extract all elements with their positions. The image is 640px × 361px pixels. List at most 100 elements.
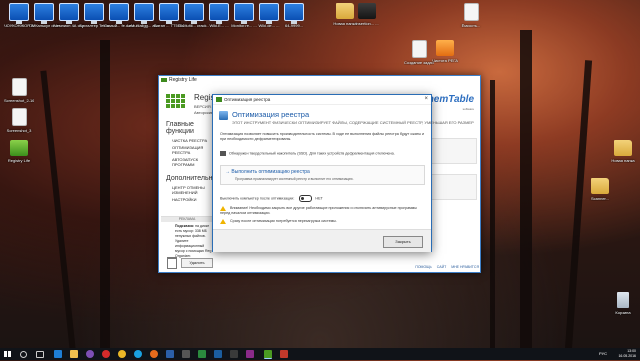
shutdown-value: НЕТ	[315, 196, 323, 201]
doc-icon	[11, 108, 27, 126]
chrome-icon[interactable]	[118, 350, 126, 358]
edge-icon[interactable]	[54, 350, 62, 358]
folder-icon	[614, 140, 632, 156]
monitor-icon	[59, 3, 79, 24]
desktop-icon[interactable]: 64-9999...	[279, 3, 309, 28]
desktop-icon-label: Screenshot_2-16052...	[4, 98, 34, 103]
delete-button[interactable]: Удалить	[181, 258, 213, 268]
task-view-icon[interactable]	[36, 351, 44, 358]
tree-trunk	[520, 30, 532, 350]
monitor-icon	[9, 3, 29, 24]
registry-life-taskbar-icon[interactable]	[264, 350, 272, 359]
opera-icon[interactable]	[102, 350, 110, 358]
dialog-footer: Закрыть	[213, 229, 431, 252]
desktop-icon[interactable]: Screenshot_2-16052...	[4, 78, 34, 103]
ssd-note-text: Обнаружен твердотельный накопитель (SSD)…	[229, 151, 395, 156]
desktop-icon[interactable]: Registry Life	[4, 140, 34, 163]
green-icon	[10, 140, 28, 156]
desktop-icon[interactable]: Корзина	[608, 292, 638, 315]
doc-icon	[11, 78, 27, 96]
ad-panel: РЕКЛАМА Подсказка: на диске есть мусор: …	[161, 216, 213, 269]
dialog-title: Оптимизация реестра	[224, 97, 271, 102]
tree-trunk	[490, 80, 495, 350]
skype-icon[interactable]	[134, 350, 142, 358]
like-link[interactable]: МНЕ НРАВИТСЯ	[451, 263, 479, 271]
registry-life-logo-icon	[166, 94, 185, 108]
viber-icon[interactable]	[86, 350, 94, 358]
clock[interactable]: 13:00 16.05.2016	[618, 348, 636, 361]
desktop-icon[interactable]: Screenshot_3	[4, 108, 34, 133]
monitor-icon	[34, 3, 54, 24]
app-icon[interactable]	[182, 350, 190, 358]
tree-trunk	[100, 40, 110, 350]
windows-start-icon[interactable]	[4, 351, 11, 357]
tree-trunk	[40, 70, 76, 350]
run-optimization-button[interactable]: → Выполнить оптимизацию реестра Программ…	[220, 165, 425, 185]
tree-trunk	[564, 60, 593, 350]
warning-text-1: Внимание! Необходимо закрыть все другие …	[220, 206, 417, 215]
close-icon[interactable]: ×	[424, 95, 428, 104]
desktop-icon-label: Registry Life	[7, 158, 31, 163]
shutdown-option: Выключить компьютер после оптимизации: Н…	[220, 195, 323, 202]
shutdown-toggle[interactable]	[299, 195, 313, 202]
desktop-icon-label: Scanner...	[590, 196, 609, 201]
desktop-icon-label: Чистота РЕГА	[432, 58, 458, 63]
dialog-subheading: ЭТОТ ИНСТРУМЕНТ ФИЗИЧЕСКИ ОПТИМИЗИРУЕТ Ф…	[232, 120, 474, 125]
window-titlebar[interactable]: Registry Life	[159, 76, 480, 84]
doc-icon	[411, 40, 427, 58]
monitor-icon	[209, 3, 229, 24]
orange-icon	[436, 40, 454, 56]
registry-optimize-icon	[219, 111, 228, 120]
monitor-icon	[184, 3, 204, 24]
taskbar: РУС 13:00 16.05.2016	[0, 348, 640, 360]
ad-body: на диске есть мусор: 338 МБ ненужных фай…	[175, 224, 212, 258]
site-link[interactable]: САЙТ	[437, 263, 446, 271]
ssd-note: Обнаружен твердотельный накопитель (SSD)…	[220, 151, 425, 156]
dialog-titlebar[interactable]: Оптимизация реестра ×	[213, 95, 431, 105]
explorer-icon[interactable]	[70, 350, 78, 358]
language-indicator[interactable]: РУС	[599, 351, 607, 356]
desktop-icon[interactable]: Scanner...	[585, 178, 615, 201]
shutdown-label: Выключить компьютер после оптимизации:	[220, 196, 295, 201]
desktop-icon-label: Insertion... ...	[355, 21, 379, 26]
run-optimization-sub: Программа проанализирует системный реест…	[235, 177, 354, 181]
desktop-icon-label: Screenshot_3	[6, 128, 32, 133]
desktop-icon[interactable]: Ёмкость...	[456, 3, 486, 28]
ad-bold: Подсказка:	[175, 224, 195, 228]
monitor-icon	[234, 3, 254, 24]
warning-close-apps: Внимание! Необходимо закрыть все другие …	[220, 206, 420, 216]
doc-icon	[463, 3, 479, 21]
clock-date: 16.05.2016	[618, 354, 636, 358]
warning-reboot: Сразу после оптимизации потребуется пере…	[220, 219, 420, 224]
desktop-icon[interactable]: Новая папка	[608, 140, 638, 163]
app-icon[interactable]	[166, 350, 174, 358]
window-footer: ПОМОЩЬ САЙТ МНЕ НРАВИТСЯ	[379, 263, 483, 271]
run-label-text: Выполнить оптимизацию реестра	[231, 169, 310, 175]
trash-icon	[167, 257, 177, 269]
warning-icon	[220, 219, 226, 224]
bin-icon	[617, 292, 629, 308]
app-icon[interactable]	[280, 350, 288, 358]
firefox-icon[interactable]	[150, 350, 158, 358]
monitor-icon	[84, 3, 104, 24]
app-icon	[161, 78, 167, 82]
warning-text-2: Сразу после оптимизации потребуется пере…	[230, 219, 337, 223]
window-title: Registry Life	[169, 77, 197, 83]
desktop-icon[interactable]: Чистота РЕГА	[430, 40, 460, 63]
desktop-icon-label: Корзина	[615, 310, 631, 315]
close-button[interactable]: Закрыть	[383, 236, 423, 248]
app-icon[interactable]	[198, 350, 206, 358]
app-icon[interactable]	[214, 350, 222, 358]
app-icon[interactable]	[230, 350, 238, 358]
desktop-icon-label: Новая папка	[611, 158, 635, 163]
desktop-icon[interactable]: Insertion... ...	[352, 3, 382, 26]
app-icon[interactable]	[246, 350, 254, 358]
search-icon[interactable]	[20, 351, 27, 358]
ad-text: Подсказка: на диске есть мусор: 338 МБ н…	[161, 222, 213, 259]
dialog-app-icon	[216, 97, 222, 102]
monitor-icon	[159, 3, 179, 24]
monitor-icon	[134, 3, 154, 24]
help-link[interactable]: ПОМОЩЬ	[415, 263, 431, 271]
dialog-description: Оптимизация позволяет повысить производи…	[220, 132, 425, 141]
ssd-disk-icon	[220, 151, 226, 156]
